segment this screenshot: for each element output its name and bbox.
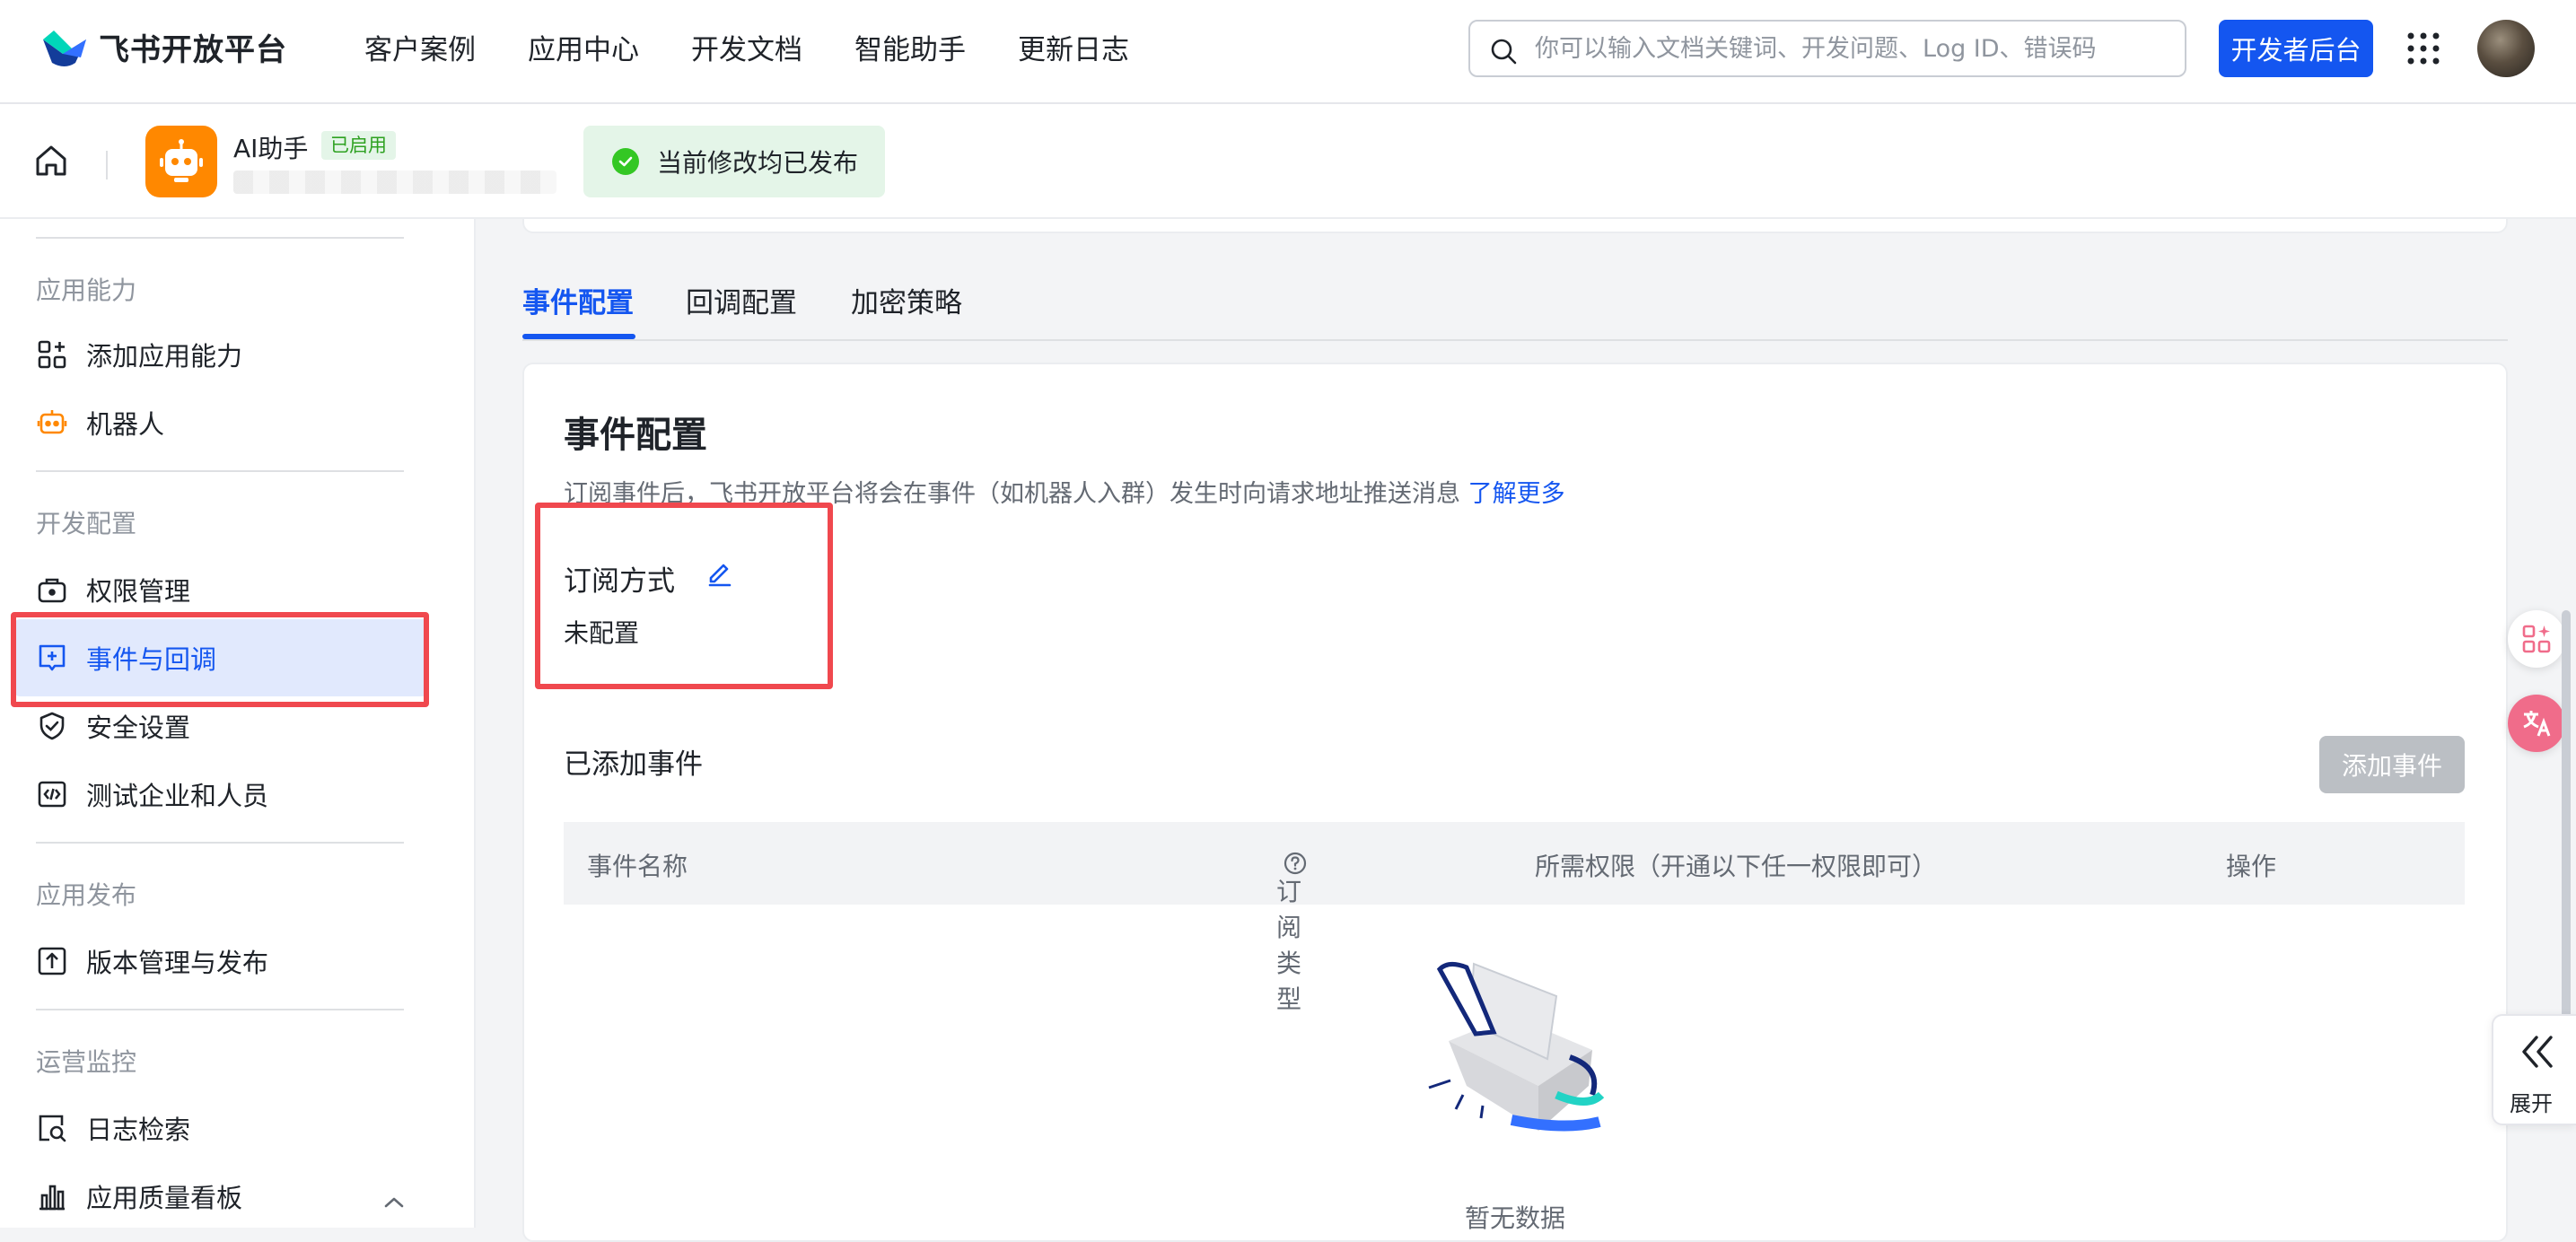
feishu-logo-icon[interactable] xyxy=(39,27,90,70)
sidebar-item-label: 版本管理与发布 xyxy=(86,948,269,978)
nav-link-cases[interactable]: 客户案例 xyxy=(364,27,476,67)
nav-link-changelog[interactable]: 更新日志 xyxy=(1018,27,1129,67)
check-circle-icon xyxy=(612,148,639,175)
column-header-label: 订阅类型 xyxy=(1276,877,1302,1014)
nav-link-assistant[interactable]: 智能助手 xyxy=(854,27,966,67)
nav-link-docs[interactable]: 开发文档 xyxy=(691,27,802,67)
sidebar-item-label: 事件与回调 xyxy=(86,644,217,675)
add-event-button[interactable]: 添加事件 xyxy=(2319,736,2465,793)
app-icon xyxy=(145,126,217,197)
sidebar-item-label: 日志检索 xyxy=(86,1115,191,1145)
column-header-event-name: 事件名称 xyxy=(587,852,688,881)
subscription-method-label: 订阅方式 xyxy=(564,565,675,598)
tab-event-config[interactable]: 事件配置 xyxy=(522,280,634,320)
sidebar-item-test-tenants[interactable]: 测试企业和人员 xyxy=(14,756,429,833)
sidebar-item-label: 安全设置 xyxy=(86,713,191,743)
empty-state-text: 暂无数据 xyxy=(1465,1203,1566,1233)
apps-add-icon xyxy=(36,338,68,371)
added-events-title: 已添加事件 xyxy=(564,748,703,781)
double-chevron-left-icon xyxy=(2522,1036,2553,1068)
subscription-method-value: 未配置 xyxy=(564,618,640,648)
sidebar-item-quality-board[interactable]: 应用质量看板 xyxy=(14,1158,429,1235)
search-icon xyxy=(1491,39,1517,65)
sidebar-divider xyxy=(36,470,404,472)
sidebar-group-title: 运营监控 xyxy=(36,1047,137,1077)
sidebar-divider xyxy=(36,1009,404,1010)
sidebar-item-log-search[interactable]: 日志检索 xyxy=(14,1089,429,1167)
code-icon xyxy=(36,778,68,810)
previous-card-edge xyxy=(522,219,2508,233)
tab-bar: 事件配置 回调配置 加密策略 xyxy=(522,269,2508,341)
expand-label: 展开 xyxy=(2510,1091,2553,1116)
sidebar-group-title: 应用发布 xyxy=(36,880,137,910)
top-navigation: 飞书开放平台 客户案例 应用中心 开发文档 智能助手 更新日志 开发者后台 xyxy=(0,0,2576,104)
sidebar-item-label: 机器人 xyxy=(86,409,165,440)
description-text: 订阅事件后，飞书开放平台将会在事件（如机器人入群）发生时向请求地址推送消息 xyxy=(564,480,1460,508)
search-input[interactable] xyxy=(1533,29,2161,68)
app-header: AI助手 已启用 当前修改均已发布 xyxy=(0,104,2576,219)
sidebar-item-security[interactable]: 安全设置 xyxy=(14,687,429,765)
tab-callback-config[interactable]: 回调配置 xyxy=(686,280,797,320)
user-avatar[interactable] xyxy=(2477,20,2535,77)
robot-avatar-icon xyxy=(160,139,203,182)
bar-chart-icon xyxy=(36,1180,68,1212)
sidebar-item-label: 添加应用能力 xyxy=(86,341,243,372)
apps-sparkle-icon xyxy=(2522,625,2551,653)
upload-icon xyxy=(36,945,68,977)
column-header-permissions: 所需权限（开通以下任一权限即可） xyxy=(1535,852,1938,881)
translate-icon xyxy=(2523,711,2551,737)
expand-panel-button[interactable]: 展开 xyxy=(2492,1014,2576,1125)
sidebar-item-label: 应用质量看板 xyxy=(86,1183,243,1213)
app-grid-icon[interactable] xyxy=(2405,31,2441,66)
shield-icon xyxy=(36,710,68,742)
events-table-header: 事件名称 订阅类型 所需权限（开通以下任一权限即可） 操作 xyxy=(564,822,2465,1014)
active-tab-indicator xyxy=(522,334,635,339)
home-icon[interactable] xyxy=(34,144,68,178)
app-name: AI助手 xyxy=(233,134,309,163)
sidebar-group-title: 应用能力 xyxy=(36,276,137,305)
nav-links: 客户案例 应用中心 开发文档 智能助手 更新日志 xyxy=(364,27,1181,67)
sidebar-item-label: 权限管理 xyxy=(86,576,191,607)
brand-name[interactable]: 飞书开放平台 xyxy=(99,25,287,69)
edit-icon[interactable] xyxy=(705,558,734,587)
sidebar-item-robot[interactable]: 机器人 xyxy=(14,384,429,461)
sidebar-item-events-callbacks[interactable]: 事件与回调 xyxy=(14,619,429,696)
translate-float-button[interactable] xyxy=(2508,695,2565,752)
published-notice-text: 当前修改均已发布 xyxy=(657,148,859,178)
sidebar-item-add-capability[interactable]: 添加应用能力 xyxy=(14,316,429,393)
event-icon xyxy=(36,642,68,674)
search-box xyxy=(1468,20,2186,77)
learn-more-link[interactable]: 了解更多 xyxy=(1468,480,1565,508)
developer-console-button[interactable]: 开发者后台 xyxy=(2219,20,2373,77)
app-id-redacted xyxy=(233,171,556,194)
sidebar-divider xyxy=(36,237,404,239)
tab-encryption[interactable]: 加密策略 xyxy=(851,280,962,320)
robot-icon xyxy=(36,407,68,439)
sidebar-divider xyxy=(36,842,404,844)
lock-bag-icon xyxy=(36,573,68,606)
sidebar-group-title: 开发配置 xyxy=(36,509,137,538)
log-search-icon xyxy=(36,1112,68,1144)
section-description: 订阅事件后，飞书开放平台将会在事件（如机器人入群）发生时向请求地址推送消息 了解… xyxy=(564,474,1565,509)
status-badge: 已启用 xyxy=(321,131,396,160)
sidebar-item-versions[interactable]: 版本管理与发布 xyxy=(14,923,429,1000)
chevron-up-icon[interactable] xyxy=(381,1194,407,1211)
column-header-actions: 操作 xyxy=(2226,852,2277,881)
header-divider xyxy=(106,151,108,179)
ai-apps-float-button[interactable] xyxy=(2508,610,2565,668)
column-header-subscription-type: 订阅类型 xyxy=(1276,847,1307,1014)
sidebar-item-label: 测试企业和人员 xyxy=(86,781,269,811)
section-title: 事件配置 xyxy=(564,415,707,456)
published-notice: 当前修改均已发布 xyxy=(583,126,885,197)
nav-link-app-center[interactable]: 应用中心 xyxy=(528,27,639,67)
sidebar-item-permissions[interactable]: 权限管理 xyxy=(14,551,429,628)
empty-box-illustration-icon xyxy=(1428,962,1605,1132)
